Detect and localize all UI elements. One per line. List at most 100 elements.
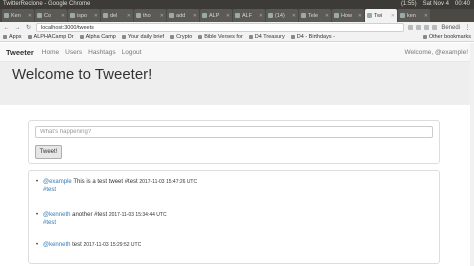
browser-tab[interactable]: Ken ✕ (2, 9, 34, 22)
browser-tab[interactable]: Co ✕ (35, 9, 67, 22)
browser-tab[interactable]: ken ✕ (398, 9, 430, 22)
close-icon[interactable]: ✕ (391, 13, 395, 19)
close-icon[interactable]: ✕ (94, 13, 98, 19)
close-icon[interactable]: ✕ (28, 13, 32, 19)
tab-favicon-icon (103, 13, 108, 18)
favicon-icon (290, 35, 295, 39)
bullet-icon: • (36, 212, 39, 218)
extension-icons (408, 25, 438, 30)
back-icon[interactable]: ← (3, 25, 10, 31)
menu-icon[interactable]: ⋮ (464, 24, 471, 31)
tweet-timestamp: 2017-11-03 15:29:52 UTC (83, 242, 142, 248)
tab-favicon-icon (70, 13, 75, 18)
favicon-icon (79, 35, 84, 39)
close-icon[interactable]: ✕ (61, 13, 65, 19)
browser-tab[interactable]: ispo ✕ (68, 9, 100, 22)
tab-favicon-icon (169, 13, 174, 18)
bookmark-item[interactable]: Crypto (170, 34, 192, 40)
tweet-author-link[interactable]: @kenneth (43, 212, 70, 218)
welcome-message: Welcome, @example! (404, 48, 468, 56)
bookmark-item[interactable]: Bible Verses for (198, 34, 243, 40)
bullet-icon: • (36, 242, 39, 248)
window-title: TwitterReclone - Google Chrome (3, 1, 91, 7)
folder-icon (170, 35, 175, 39)
nav-link-logout[interactable]: Logout (122, 49, 142, 56)
tab-favicon-icon (235, 13, 240, 18)
apps-grid-icon (3, 35, 7, 39)
tweet-input[interactable] (35, 126, 433, 138)
bookmark-apps[interactable]: Apps (3, 34, 22, 40)
favicon-icon (121, 35, 126, 39)
tab-favicon-icon (301, 13, 306, 18)
system-tray: (1:55) Sat Nov 4 00:40 (401, 1, 470, 7)
tab-favicon-icon (367, 13, 372, 18)
browser-tab[interactable]: Tele ✕ (299, 9, 331, 22)
other-bookmarks[interactable]: Other bookmarks (422, 34, 471, 40)
browser-tab[interactable]: (14) ✕ (266, 9, 298, 22)
page-scrollbar[interactable] (470, 43, 474, 266)
bookmark-item[interactable]: D4 Treasury (248, 34, 285, 40)
browser-tab[interactable]: add ✕ (167, 9, 199, 22)
bookmark-item[interactable]: ALPHACamp Dr (27, 34, 74, 40)
favicon-icon (248, 35, 253, 39)
browser-tab[interactable]: ALF ✕ (233, 9, 265, 22)
nav-link-users[interactable]: Users (65, 49, 82, 56)
tweet-item: • @example This is a test tweet #test 20… (36, 179, 198, 193)
clock-label[interactable]: 00:40 (455, 1, 470, 7)
extension-icon[interactable] (432, 25, 438, 30)
hashtag-link[interactable]: #test (43, 187, 197, 193)
close-icon[interactable]: ✕ (292, 13, 296, 19)
bookmarks-bar: Apps ALPHACamp Dr Alpha Camp Your daily … (0, 33, 474, 42)
tweet-feed: • @example This is a test tweet #test 20… (28, 170, 440, 264)
close-icon[interactable]: ✕ (358, 13, 362, 19)
tweet-button[interactable]: Tweet! (35, 145, 62, 159)
close-icon[interactable]: ✕ (226, 13, 230, 19)
close-icon[interactable]: ✕ (160, 13, 164, 19)
nav-link-hashtags[interactable]: Hashtags (88, 49, 115, 56)
close-icon[interactable]: ✕ (193, 13, 197, 19)
tab-favicon-icon (4, 13, 9, 18)
close-icon[interactable]: ✕ (424, 13, 428, 19)
address-bar-row: ← → ↻ localhost:3000/tweets Benedi ⋮ (0, 22, 474, 33)
app-navbar: Tweeter Home Users Hashtags Logout Welco… (0, 43, 474, 62)
bookmark-item[interactable]: D4 - Birthdays - (290, 34, 335, 40)
browser-tab-strip: Ken ✕ Co ✕ ispo ✕ del ✕ tho ✕ add ✕ ALP ✕ ALF ✕ … (0, 9, 474, 22)
tab-favicon-icon (268, 13, 273, 18)
brand-link[interactable]: Tweeter (6, 48, 34, 57)
tweet-timestamp: 2017-11-03 15:47:26 UTC (139, 179, 198, 185)
browser-tab-active[interactable]: Twi ✕ (365, 9, 397, 22)
browser-tab[interactable]: ALP ✕ (200, 9, 232, 22)
tweet-author-link[interactable]: @kenneth (43, 242, 70, 248)
tweet-author-link[interactable]: @example (43, 179, 72, 185)
close-icon[interactable]: ✕ (325, 13, 329, 19)
profile-name[interactable]: Benedi (441, 25, 460, 31)
tweet-item: • @kenneth another #test 2017-11-03 15:3… (36, 212, 167, 226)
address-bar[interactable]: localhost:3000/tweets (36, 23, 405, 32)
url-text: localhost:3000/tweets (41, 24, 94, 31)
forward-icon[interactable]: → (14, 25, 21, 31)
tweet-text: another #test (72, 212, 108, 218)
folder-icon (422, 35, 427, 39)
date-label: Sat Nov 4 (422, 1, 449, 7)
extension-icon[interactable] (424, 25, 430, 30)
tab-favicon-icon (202, 13, 207, 18)
hashtag-link[interactable]: #test (43, 220, 167, 226)
os-title-bar: TwitterReclone - Google Chrome (1:55) Sa… (0, 0, 474, 9)
browser-tab[interactable]: del ✕ (101, 9, 133, 22)
browser-tab[interactable]: tho ✕ (134, 9, 166, 22)
battery-status[interactable]: (1:55) (401, 1, 417, 7)
close-icon[interactable]: ✕ (127, 13, 131, 19)
nav-link-home[interactable]: Home (42, 49, 59, 56)
tweet-form-panel: Tweet! (28, 120, 440, 164)
tab-favicon-icon (400, 13, 405, 18)
bookmark-item[interactable]: Alpha Camp (79, 34, 116, 40)
bookmark-item[interactable]: Your daily brief (121, 34, 164, 40)
favicon-icon (27, 35, 32, 39)
bullet-icon: • (36, 179, 39, 185)
bookmark-star-icon[interactable] (408, 25, 414, 30)
extension-icon[interactable] (416, 25, 422, 30)
browser-tab[interactable]: How ✕ (332, 9, 364, 22)
close-icon[interactable]: ✕ (259, 13, 263, 19)
tab-favicon-icon (334, 13, 339, 18)
reload-icon[interactable]: ↻ (25, 24, 32, 31)
